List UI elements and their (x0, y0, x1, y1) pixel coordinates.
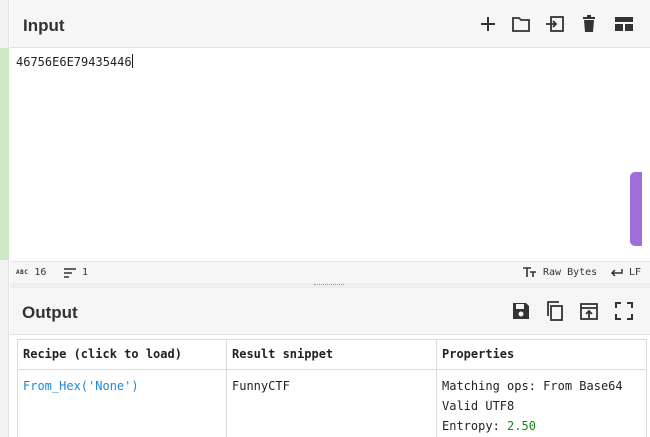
length-stat: ABC 16 (16, 267, 46, 278)
input-panel: Input 46756E6E79435446 ABC 16 1 Raw Byte… (10, 0, 650, 283)
copy-icon[interactable] (544, 300, 566, 322)
abc-icon: ABC (16, 269, 29, 276)
recipe-cell: From_Hex('None') (17, 369, 227, 437)
save-icon[interactable] (510, 300, 532, 322)
raw-bytes-label: Raw Bytes (543, 267, 598, 278)
lines-icon (64, 267, 76, 278)
folder-icon[interactable] (510, 13, 532, 35)
input-textarea[interactable]: 46756E6E79435446 (16, 54, 133, 69)
text-format-icon (523, 267, 536, 277)
import-icon[interactable] (544, 13, 566, 35)
col-snippet: Result snippet (226, 339, 437, 370)
resizer-grip (314, 284, 344, 286)
table-header-row: Recipe (click to load) Result snippet Pr… (17, 339, 647, 370)
recipe-link[interactable]: From_Hex('None') (23, 379, 139, 393)
eol-label: LF (629, 267, 642, 278)
property-matching-ops: Matching ops: From Base64 (442, 379, 623, 393)
input-value: 46756E6E79435446 (16, 55, 132, 69)
lines-stat: 1 (64, 267, 88, 278)
magic-results-table: Recipe (click to load) Result snippet Pr… (17, 339, 647, 437)
output-title: Output (22, 303, 78, 322)
output-header: Output (10, 288, 650, 335)
output-panel: Output Recipe (click to load) Result sni… (10, 288, 650, 437)
col-recipe: Recipe (click to load) (17, 339, 227, 370)
side-tab[interactable] (630, 172, 642, 246)
input-status-bar: ABC 16 1 Raw Bytes LF (10, 261, 650, 283)
property-valid-utf8: Valid UTF8 (442, 399, 515, 413)
replace-input-icon[interactable] (578, 300, 600, 322)
left-gutter (0, 0, 9, 437)
input-title: Input (23, 16, 65, 35)
property-entropy: Entropy: 2.50 (442, 416, 641, 436)
return-icon (610, 268, 623, 277)
text-caret (131, 54, 133, 68)
snippet-cell: FunnyCTF (226, 369, 437, 437)
entropy-value: 2.50 (507, 419, 536, 433)
layout-icon[interactable] (613, 13, 635, 35)
input-header: Input (10, 0, 650, 48)
entropy-label: Entropy: (442, 419, 508, 433)
fullscreen-icon[interactable] (613, 300, 635, 322)
col-properties: Properties (436, 339, 647, 370)
lines-value: 1 (82, 267, 89, 278)
input-gutter-highlight (0, 48, 9, 260)
length-value: 16 (34, 267, 47, 278)
eol-toggle[interactable]: LF (610, 267, 641, 278)
raw-bytes-toggle[interactable]: Raw Bytes (523, 267, 597, 278)
table-row: From_Hex('None') FunnyCTF Matching ops: … (17, 369, 647, 437)
plus-icon[interactable] (477, 13, 499, 35)
properties-cell: Matching ops: From Base64 Valid UTF8 Ent… (436, 369, 647, 437)
trash-icon[interactable] (578, 13, 600, 35)
